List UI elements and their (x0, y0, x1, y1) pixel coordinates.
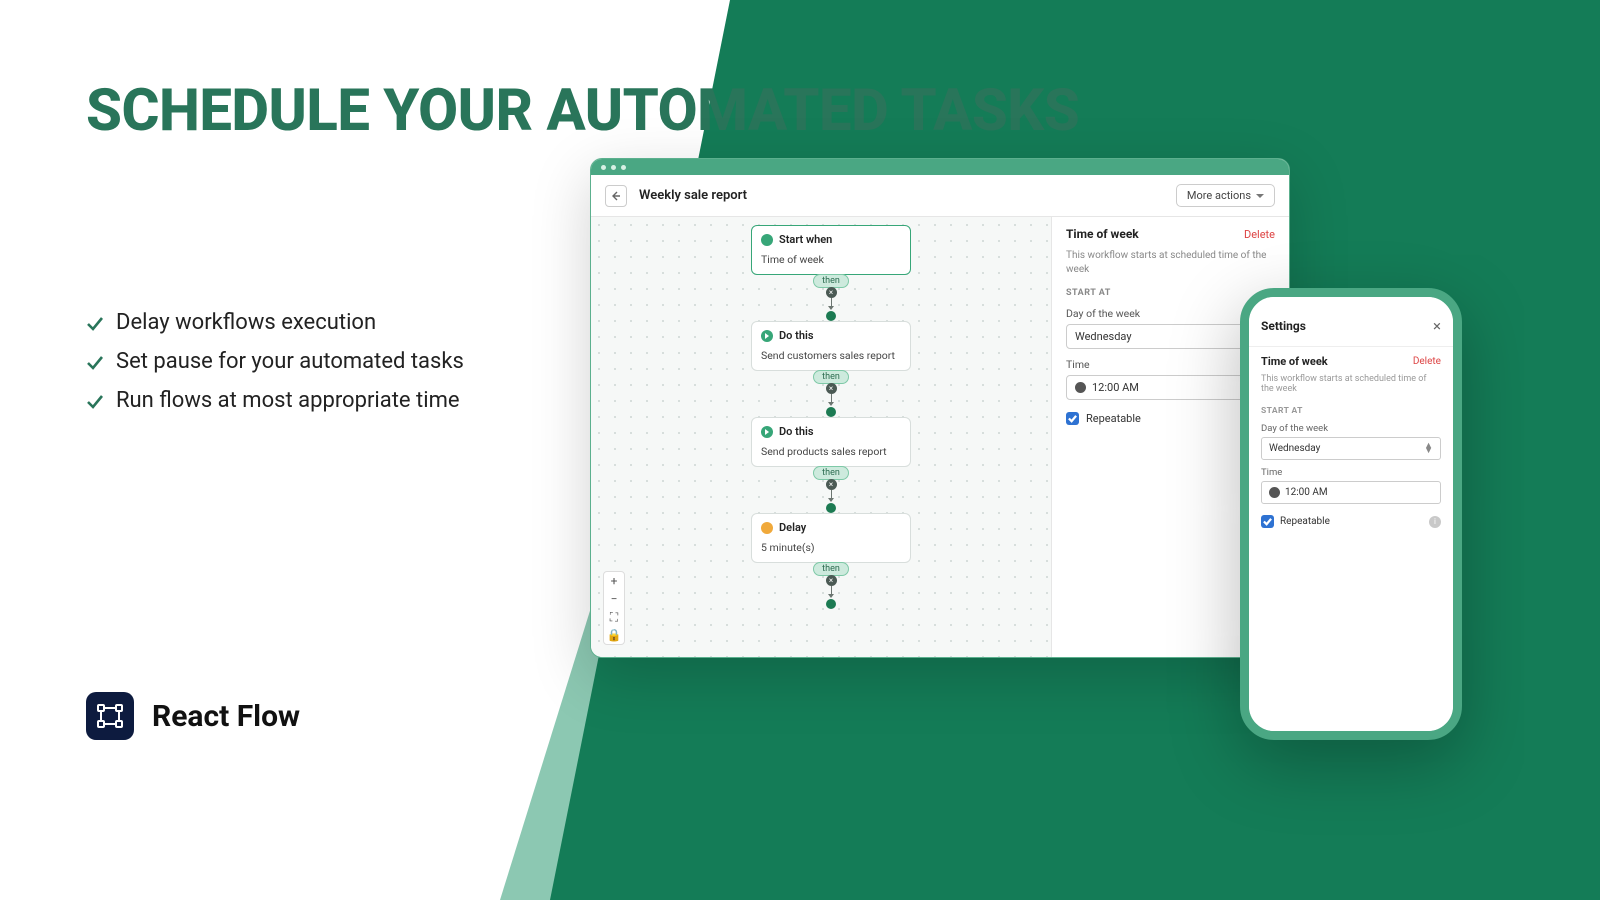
connector-line (831, 394, 832, 402)
toolbar: Weekly sale report More actions (591, 175, 1289, 217)
flow-column: Start when Time of week then × Do this S… (751, 225, 911, 609)
mobile-panel-description: This workflow starts at scheduled time o… (1261, 374, 1441, 394)
node-title: Start when (779, 233, 832, 246)
flow-node-start[interactable]: Start when Time of week (751, 225, 911, 275)
feature-list: Delay workflows execution Set pause for … (86, 310, 464, 427)
chevron-down-icon (1256, 194, 1264, 198)
feature-text: Delay workflows execution (116, 310, 376, 335)
node-subtitle: Send products sales report (752, 445, 910, 466)
connector-line (831, 298, 832, 306)
feature-item: Run flows at most appropriate time (86, 388, 464, 413)
node-title: Do this (779, 425, 813, 438)
fit-view-button[interactable]: ⛶ (610, 608, 618, 626)
then-pill: then (813, 274, 849, 288)
arrow-down-icon (828, 498, 834, 502)
then-pill: then (813, 370, 849, 384)
more-actions-label: More actions (1187, 189, 1251, 202)
flow-node-action[interactable]: Do this Send customers sales report (751, 321, 911, 371)
zoom-in-button[interactable]: + (611, 572, 618, 590)
flow-node-action[interactable]: Do this Send products sales report (751, 417, 911, 467)
mobile-title: Settings (1261, 319, 1306, 333)
mobile-panel-title: Time of week (1261, 355, 1328, 368)
panel-title: Time of week (1066, 227, 1139, 241)
node-subtitle: 5 minute(s) (752, 541, 910, 562)
repeatable-label: Repeatable (1280, 516, 1330, 527)
brand-logo-icon (86, 692, 134, 740)
brand: React Flow (86, 692, 300, 740)
remove-connector-icon[interactable]: × (826, 383, 837, 394)
remove-connector-icon[interactable]: × (826, 287, 837, 298)
window-titlebar (591, 159, 1289, 175)
connector-dot (826, 311, 836, 321)
check-icon (86, 314, 104, 332)
time-label: Time (1261, 467, 1441, 478)
phone-mock: Settings × Time of week Delete This work… (1240, 288, 1462, 740)
connector-dot (826, 503, 836, 513)
connector-line (831, 490, 832, 498)
info-icon[interactable]: i (1429, 516, 1441, 528)
flow-canvas[interactable]: Start when Time of week then × Do this S… (591, 217, 1051, 657)
connector-line (831, 586, 832, 594)
time-value: 12:00 AM (1092, 381, 1139, 394)
time-value: 12:00 AM (1285, 487, 1328, 498)
repeatable-label: Repeatable (1086, 412, 1141, 425)
feature-item: Delay workflows execution (86, 310, 464, 335)
traffic-light-icon (601, 165, 606, 170)
check-icon (86, 353, 104, 371)
feature-text: Run flows at most appropriate time (116, 388, 460, 413)
app-window: Weekly sale report More actions Start wh… (590, 158, 1290, 658)
zoom-out-button[interactable]: − (611, 590, 618, 608)
remove-connector-icon[interactable]: × (826, 479, 837, 490)
panel-description: This workflow starts at scheduled time o… (1066, 249, 1275, 276)
traffic-light-icon (621, 165, 626, 170)
headline: SCHEDULE YOUR AUTOMATED TASKS (86, 75, 1079, 148)
close-button[interactable]: × (1433, 317, 1441, 335)
connector-dot (826, 599, 836, 609)
delete-button[interactable]: Delete (1413, 356, 1441, 367)
repeatable-checkbox[interactable] (1261, 515, 1274, 528)
day-label: Day of the week (1261, 423, 1441, 434)
node-subtitle: Send customers sales report (752, 349, 910, 370)
then-pill: then (813, 466, 849, 480)
check-circle-icon (761, 234, 773, 246)
day-select[interactable]: Wednesday ▲▼ (1261, 437, 1441, 460)
node-subtitle: Time of week (752, 253, 910, 274)
back-button[interactable] (605, 185, 627, 207)
play-circle-icon (761, 330, 773, 342)
page-title: Weekly sale report (639, 188, 1164, 203)
connector-dot (826, 407, 836, 417)
clock-icon (1269, 487, 1280, 498)
clock-icon (761, 522, 773, 534)
delete-button[interactable]: Delete (1244, 228, 1275, 241)
zoom-controls: + − ⛶ 🔒 (603, 571, 625, 645)
time-input[interactable]: 12:00 AM (1261, 481, 1441, 504)
node-title: Delay (779, 521, 806, 534)
repeatable-checkbox[interactable] (1066, 412, 1079, 425)
mobile-section-header: START AT (1261, 406, 1441, 416)
day-value: Wednesday (1269, 443, 1320, 454)
stepper-icon: ▲▼ (1424, 444, 1433, 454)
lock-button[interactable]: 🔒 (607, 626, 622, 644)
feature-item: Set pause for your automated tasks (86, 349, 464, 374)
flow-node-delay[interactable]: Delay 5 minute(s) (751, 513, 911, 563)
more-actions-button[interactable]: More actions (1176, 184, 1275, 207)
flow-connector: then × (751, 275, 911, 321)
flow-connector: then × (751, 563, 911, 609)
node-title: Do this (779, 329, 813, 342)
then-pill: then (813, 562, 849, 576)
clock-icon (1075, 382, 1086, 393)
arrow-down-icon (828, 402, 834, 406)
check-icon (86, 392, 104, 410)
flow-connector: then × (751, 467, 911, 513)
remove-connector-icon[interactable]: × (826, 575, 837, 586)
play-circle-icon (761, 426, 773, 438)
flow-connector: then × (751, 371, 911, 417)
feature-text: Set pause for your automated tasks (116, 349, 464, 374)
panel-section-header: START AT (1066, 288, 1275, 298)
arrow-down-icon (828, 594, 834, 598)
back-icon (610, 190, 622, 202)
traffic-light-icon (611, 165, 616, 170)
brand-name: React Flow (152, 699, 300, 734)
arrow-down-icon (828, 306, 834, 310)
